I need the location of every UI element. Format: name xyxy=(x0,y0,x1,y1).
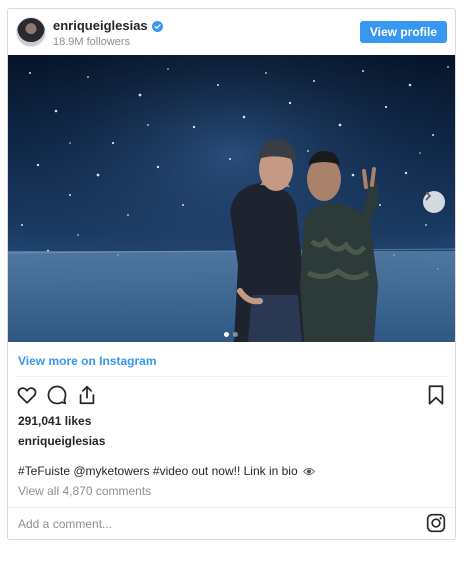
user-info: enriqueiglesias 18.9M followers xyxy=(53,18,163,49)
carousel-dot-active xyxy=(224,332,229,337)
instagram-embed-card: enriqueiglesias 18.9M followers View pro… xyxy=(7,8,456,540)
divider xyxy=(8,507,455,508)
post-header: enriqueiglesias 18.9M followers View pro… xyxy=(8,9,455,55)
heart-icon[interactable] xyxy=(16,384,38,406)
like-count[interactable]: 291,041 likes xyxy=(18,413,91,429)
caption: #TeFuiste @myketowers #video out now!! L… xyxy=(18,463,315,480)
caption-text: #TeFuiste @myketowers #video out now!! L… xyxy=(18,464,298,478)
right-person xyxy=(300,151,379,342)
divider xyxy=(16,376,447,377)
carousel-indicator xyxy=(224,332,238,337)
post-image[interactable] xyxy=(8,55,455,342)
view-more-on-instagram-link[interactable]: View more on Instagram xyxy=(18,353,157,369)
post-owner-username[interactable]: enriqueiglesias xyxy=(18,433,105,449)
action-bar xyxy=(16,384,447,408)
username[interactable]: enriqueiglesias xyxy=(53,18,148,34)
verified-badge-icon xyxy=(151,20,163,32)
follower-count: 18.9M followers xyxy=(53,36,131,48)
comment-bubble-icon[interactable] xyxy=(46,384,68,406)
bookmark-icon[interactable] xyxy=(425,384,447,406)
view-all-comments-link[interactable]: View all 4,870 comments xyxy=(18,483,151,499)
add-comment-input[interactable] xyxy=(18,515,408,533)
next-slide-button[interactable] xyxy=(423,191,445,213)
share-icon[interactable] xyxy=(76,384,98,406)
instagram-logo-icon[interactable] xyxy=(426,513,446,533)
eye-emoji-icon xyxy=(303,464,315,480)
view-profile-button[interactable]: View profile xyxy=(359,21,447,43)
chevron-right-icon xyxy=(425,191,431,201)
avatar[interactable] xyxy=(16,17,46,47)
carousel-dot xyxy=(233,332,238,337)
photo-scene xyxy=(8,55,455,342)
username-row: enriqueiglesias xyxy=(53,18,163,34)
